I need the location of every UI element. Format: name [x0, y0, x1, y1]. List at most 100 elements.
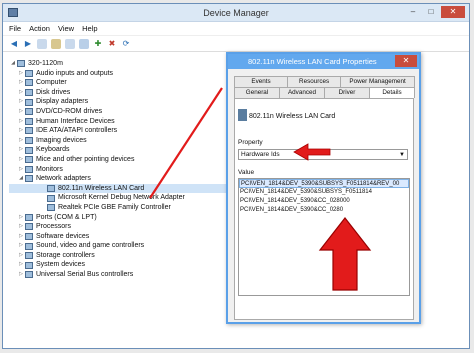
collapse-icon[interactable]: ◢: [17, 174, 25, 184]
expand-icon[interactable]: ▷: [17, 270, 25, 280]
expand-icon[interactable]: ▷: [17, 232, 25, 242]
list-item[interactable]: PCI\VEN_1814&DEV_5390&SUBSYS_F0511814&RE…: [239, 179, 409, 188]
device-category-icon: [47, 194, 55, 202]
value-list[interactable]: PCI\VEN_1814&DEV_5390&SUBSYS_F0511814&RE…: [238, 178, 410, 296]
scan-icon[interactable]: ⟳: [121, 39, 131, 49]
tree-node[interactable]: ▷ Keyboards: [9, 145, 229, 155]
disable-icon[interactable]: ✚: [93, 39, 103, 49]
expand-icon[interactable]: ▷: [17, 97, 25, 107]
expand-icon[interactable]: ▷: [17, 117, 25, 127]
tree-node[interactable]: ▷ IDE ATA/ATAPI controllers: [9, 126, 229, 136]
tree-node[interactable]: ▷ Computer: [9, 78, 229, 88]
expand-icon[interactable]: ▷: [17, 145, 25, 155]
device-category-icon: [25, 98, 33, 106]
tab-events[interactable]: Events: [234, 76, 289, 87]
list-item[interactable]: PCI\VEN_1814&DEV_5390&CC_028000: [239, 197, 409, 206]
device-item[interactable]: Microsoft Kernel Debug Network Adapter: [9, 193, 229, 203]
window-title: Device Manager: [203, 8, 269, 18]
menu-help[interactable]: Help: [82, 24, 97, 33]
device-category-icon: [25, 117, 33, 125]
tree-node[interactable]: ▷ Sound, video and game controllers: [9, 241, 229, 251]
tab-general[interactable]: General: [234, 87, 280, 98]
tree-node[interactable]: ▷ Audio inputs and outputs: [9, 69, 229, 79]
collapse-icon[interactable]: ◢: [9, 59, 17, 69]
expand-icon[interactable]: ▷: [17, 88, 25, 98]
forward-icon[interactable]: ▶: [23, 39, 33, 49]
tree-node[interactable]: ▷ Display adapters: [9, 97, 229, 107]
dialog-title: 802.11n Wireless LAN Card Properties: [248, 57, 377, 66]
expand-icon[interactable]: ▷: [17, 155, 25, 165]
tree-node-label: 802.11n Wireless LAN Card: [58, 184, 145, 192]
tree-node-label: Sound, video and game controllers: [36, 242, 145, 250]
tree-node[interactable]: ▷ DVD/CD-ROM drives: [9, 107, 229, 117]
tab-strip: Events Resources Power Management Genera…: [234, 76, 415, 98]
tree-node-label: Computer: [36, 79, 67, 87]
expand-icon[interactable]: ▷: [17, 222, 25, 232]
expand-icon[interactable]: ▷: [17, 213, 25, 223]
tree-node-label: Disk drives: [36, 88, 71, 96]
tree-node[interactable]: ◢ Network adapters: [9, 174, 229, 184]
menu-file[interactable]: File: [9, 24, 21, 33]
tab-advanced[interactable]: Advanced: [279, 87, 325, 98]
device-category-icon: [25, 223, 33, 231]
tree-node[interactable]: ▷ Human Interface Devices: [9, 117, 229, 127]
tree-node[interactable]: ▷ Ports (COM & LPT): [9, 213, 229, 223]
tree-node[interactable]: ▷ Universal Serial Bus controllers: [9, 270, 229, 280]
tab-resources[interactable]: Resources: [287, 76, 342, 87]
expand-icon[interactable]: ▷: [17, 165, 25, 175]
tree-node[interactable]: ▷ Storage controllers: [9, 251, 229, 261]
device-category-icon: [25, 79, 33, 87]
show-icon[interactable]: [65, 38, 75, 49]
expand-icon[interactable]: ▷: [17, 69, 25, 79]
minimize-button[interactable]: –: [405, 6, 421, 18]
tree-node-label: Monitors: [36, 165, 63, 173]
menu-view[interactable]: View: [58, 24, 74, 33]
maximize-button[interactable]: □: [423, 6, 439, 18]
property-select-value: Hardware Ids: [241, 151, 280, 158]
expand-icon[interactable]: ▷: [17, 78, 25, 88]
device-category-icon: [25, 175, 33, 183]
expand-icon[interactable]: ▷: [17, 107, 25, 117]
tree-node-label: Mice and other pointing devices: [36, 155, 135, 163]
tree-node-label: System devices: [36, 261, 86, 269]
device-category-icon: [25, 165, 33, 173]
chevron-down-icon: ▼: [399, 152, 405, 158]
expand-icon[interactable]: ▷: [17, 136, 25, 146]
menu-action[interactable]: Action: [29, 24, 50, 33]
tab-driver[interactable]: Driver: [324, 87, 370, 98]
expand-icon[interactable]: ▷: [17, 126, 25, 136]
properties-icon[interactable]: [37, 38, 47, 49]
uninstall-icon[interactable]: ✖: [107, 39, 117, 49]
help-icon[interactable]: [51, 38, 61, 49]
tree-node[interactable]: ▷ Disk drives: [9, 88, 229, 98]
tree-node[interactable]: ▷ System devices: [9, 260, 229, 270]
close-button[interactable]: ✕: [441, 6, 465, 18]
dialog-close-button[interactable]: ✕: [395, 55, 417, 67]
expand-icon[interactable]: ▷: [17, 260, 25, 270]
device-item[interactable]: Realtek PCIe GBE Family Controller: [9, 203, 229, 213]
tree-node[interactable]: ▷ Processors: [9, 222, 229, 232]
tab-power-management[interactable]: Power Management: [340, 76, 415, 87]
expand-icon[interactable]: ▷: [17, 251, 25, 261]
list-item[interactable]: PCI\VEN_1814&DEV_5390&CC_0280: [239, 206, 409, 215]
device-item[interactable]: 802.11n Wireless LAN Card: [9, 183, 229, 194]
update-driver-icon[interactable]: [79, 38, 89, 49]
device-category-icon: [25, 108, 33, 116]
tree-node[interactable]: ▷ Software devices: [9, 232, 229, 242]
details-panel: 802.11n Wireless LAN Card Property Hardw…: [234, 98, 414, 320]
tree-node-label: Universal Serial Bus controllers: [36, 271, 134, 279]
property-select[interactable]: Hardware Ids ▼: [238, 149, 408, 160]
tree-node-label: DVD/CD-ROM drives: [36, 107, 103, 115]
title-bar: Device Manager – □ ✕: [3, 4, 469, 22]
tree-node[interactable]: ▷ Imaging devices: [9, 136, 229, 146]
device-category-icon: [47, 204, 55, 212]
device-category-icon: [25, 232, 33, 240]
list-item[interactable]: PCI\VEN_1814&DEV_5390&SUBSYS_F0511814: [239, 188, 409, 197]
tree-node-label: Realtek PCIe GBE Family Controller: [58, 203, 171, 211]
tree-node[interactable]: ▷ Mice and other pointing devices: [9, 155, 229, 165]
expand-icon[interactable]: ▷: [17, 241, 25, 251]
tree-node[interactable]: ◢ 320-1120m: [9, 59, 229, 69]
tab-details[interactable]: Details: [369, 87, 415, 98]
tree-node[interactable]: ▷ Monitors: [9, 165, 229, 175]
back-icon[interactable]: ◀: [9, 39, 19, 49]
